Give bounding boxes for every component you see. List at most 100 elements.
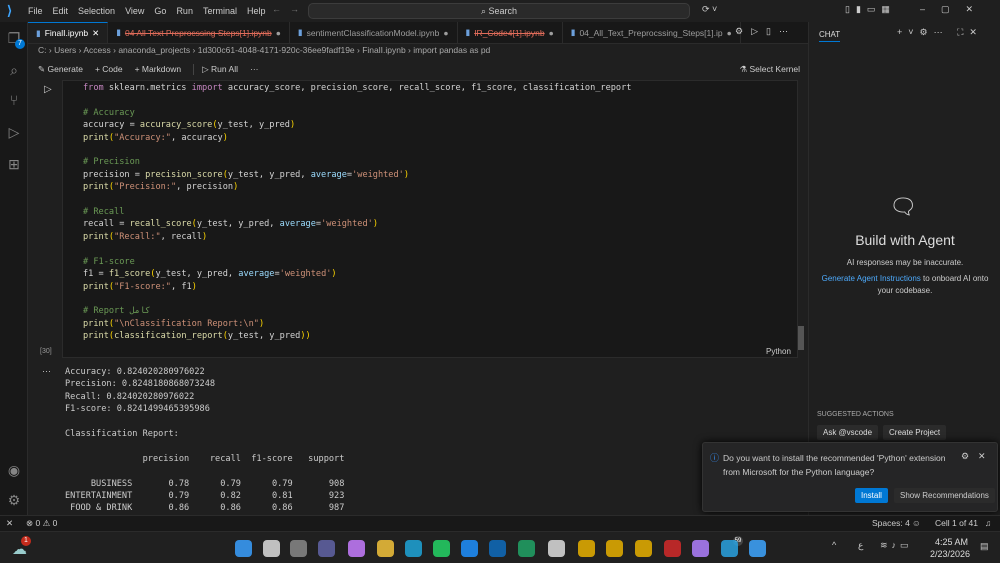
breadcrumb-item[interactable]: import pandas as pd — [413, 45, 490, 55]
copilot-icon[interactable]: ⟳ ˅ — [702, 4, 717, 15]
breadcrumb-item[interactable]: 1d300c61-4048-4171-920c-36ee9fadf19e — [198, 45, 355, 55]
menu-file[interactable]: File — [28, 6, 43, 16]
run-cell-icon[interactable]: ▷ — [44, 84, 52, 95]
chrome-profile-icon[interactable] — [606, 540, 623, 557]
system-tray-icons[interactable]: ≋♪▭ — [880, 540, 913, 551]
settings-gear-icon[interactable]: ⚙ — [6, 492, 22, 508]
output-menu-icon[interactable]: ··· — [42, 366, 51, 376]
notification-center-icon[interactable]: ▤ — [980, 541, 989, 552]
chat-tab[interactable]: CHAT — [819, 30, 841, 42]
outlook-icon[interactable] — [489, 540, 506, 557]
whatsapp-icon[interactable] — [433, 540, 450, 557]
edge-icon[interactable] — [405, 540, 422, 557]
chat-actions[interactable]: +˅⚙⋯ ⛶✕ — [897, 27, 983, 38]
code-token: , precision — [176, 182, 234, 193]
generate-instructions-link[interactable]: Generate Agent Instructions — [822, 274, 921, 283]
teams-icon[interactable] — [318, 540, 335, 557]
generate-button[interactable]: ✎ Generate — [38, 64, 83, 75]
ask-vscode-button[interactable]: Ask @vscode — [817, 425, 879, 440]
breadcrumb-item[interactable]: Users — [54, 45, 76, 55]
language-indicator[interactable]: ع — [858, 540, 863, 551]
clock-date[interactable]: 2/23/2026 — [930, 549, 970, 559]
account-icon[interactable]: ◉ — [6, 462, 22, 478]
notifications-bell-icon[interactable]: ♫ — [985, 518, 991, 528]
taskbar: ☁ 1 59 ^ ع ≋♪▭ 4:25 AM 2/23/2026 ▤ — [0, 531, 1000, 563]
tab-label: 04 All Text Preprocssing Steps[1].ipynb — [124, 27, 272, 38]
store-icon[interactable] — [461, 540, 478, 557]
code-editor[interactable]: from sklearn.metrics import accuracy_sco… — [83, 82, 631, 343]
editor-actions[interactable]: ⚙▷▯⋯ — [735, 26, 796, 37]
menu-terminal[interactable]: Terminal — [203, 6, 237, 16]
show-recommendations-button[interactable]: Show Recommendations — [894, 488, 995, 503]
run-debug-icon[interactable]: ▷ — [6, 124, 22, 140]
cell-position[interactable]: Cell 1 of 41 — [935, 518, 978, 528]
indentation-status[interactable]: Spaces: 4 — [872, 518, 910, 528]
unsaved-dot-icon[interactable]: ● — [443, 28, 448, 38]
add-markdown-button[interactable]: + Markdown — [135, 64, 182, 74]
back-arrow-icon[interactable]: ← — [272, 4, 281, 14]
unsaved-dot-icon[interactable]: ● — [276, 28, 281, 38]
problems-indicator[interactable]: ⊗ 0 ⚠ 0 — [26, 518, 57, 529]
run-all-button[interactable]: ▷ Run All — [193, 63, 238, 75]
excel-icon[interactable] — [518, 540, 535, 557]
breadcrumb-item[interactable]: Access — [83, 45, 110, 55]
editor-tab[interactable]: ▮ sentimentClassificationModel.ipynb ● — [290, 22, 458, 43]
search-icon[interactable]: ⌕ — [6, 62, 22, 78]
clock-time[interactable]: 4:25 AM — [935, 537, 968, 547]
unsaved-dot-icon[interactable]: ● — [727, 28, 732, 38]
taskbar-search-icon[interactable] — [263, 540, 280, 557]
editor-tab[interactable]: ▮ FinalI.ipynb ✕ — [28, 22, 109, 43]
code-line: # Report كامل — [83, 305, 631, 317]
editor-tab[interactable]: ▮ 04 All Text Preprocssing Steps[1].ipynb… — [108, 22, 290, 43]
notification-settings-icon[interactable]: ⚙ — [961, 451, 969, 462]
breadcrumb-item[interactable]: FinalI.ipynb — [362, 45, 405, 55]
file-explorer-icon[interactable] — [377, 540, 394, 557]
chrome-profile-2-icon[interactable] — [635, 540, 652, 557]
cell-language[interactable]: Python — [766, 347, 791, 356]
add-code-button[interactable]: + Code — [95, 64, 123, 74]
menu-selection[interactable]: Selection — [78, 6, 115, 16]
breadcrumb-item[interactable]: anaconda_projects — [118, 45, 190, 55]
source-control-icon[interactable]: ⑂ — [6, 92, 22, 108]
layout-icons[interactable]: ▯▮▭▦ — [845, 4, 896, 15]
editor-tab[interactable]: ▮ IR_Code4[1].ipynb ● — [458, 22, 563, 43]
acrobat-icon[interactable] — [664, 540, 681, 557]
chatgpt-icon[interactable] — [548, 540, 565, 557]
scrollbar-thumb[interactable] — [798, 326, 804, 350]
menu-edit[interactable]: Edit — [53, 6, 69, 16]
menu-help[interactable]: Help — [247, 6, 266, 16]
code-line: print("F1-score:", f1) — [83, 281, 631, 293]
notification-toast: ⓘ Do you want to install the recommended… — [702, 442, 998, 512]
breadcrumb-item[interactable]: C: — [38, 45, 47, 55]
select-kernel-button[interactable]: ⚗ Select Kernel — [739, 64, 800, 75]
telegram-icon[interactable] — [721, 540, 738, 557]
menu-run[interactable]: Run — [176, 6, 193, 16]
menu-go[interactable]: Go — [154, 6, 166, 16]
copilot-status-icon[interactable]: ☺ — [912, 518, 921, 528]
chevron-right-icon: › — [190, 45, 198, 55]
start-menu-icon[interactable] — [235, 540, 252, 557]
menu-view[interactable]: View — [125, 6, 144, 16]
window-controls[interactable]: –▢✕ — [920, 4, 989, 15]
vscode-taskbar-icon[interactable] — [749, 540, 766, 557]
code-token: average — [279, 219, 316, 230]
media-player-icon[interactable] — [692, 540, 709, 557]
show-hidden-icons[interactable]: ^ — [832, 540, 836, 550]
code-token: "Precision:" — [114, 182, 177, 193]
task-view-icon[interactable] — [290, 540, 307, 557]
install-button[interactable]: Install — [855, 488, 888, 503]
unsaved-dot-icon[interactable]: ● — [549, 28, 554, 38]
search-bar[interactable]: ⌕ Search — [308, 3, 690, 19]
chrome-icon[interactable] — [578, 540, 595, 557]
notification-close-icon[interactable]: ✕ — [978, 451, 986, 462]
forward-arrow-icon[interactable]: → — [290, 4, 299, 14]
copilot-app-icon[interactable] — [348, 540, 365, 557]
code-token: y_test, y_pred — [227, 331, 301, 342]
create-project-button[interactable]: Create Project — [883, 425, 947, 440]
code-token: ) — [403, 169, 410, 180]
remote-icon[interactable]: ✕ — [6, 518, 13, 529]
editor-tab[interactable]: ▮ 04_All_Text_Preprocssing_Steps[1].ip ● — [563, 22, 741, 43]
more-actions-button[interactable]: ··· — [250, 64, 259, 74]
close-tab-icon[interactable]: ✕ — [92, 28, 99, 39]
extensions-icon[interactable]: ⊞ — [6, 156, 22, 172]
